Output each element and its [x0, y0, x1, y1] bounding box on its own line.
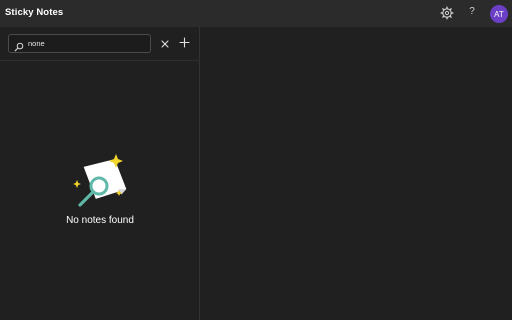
search-input[interactable] — [28, 36, 150, 51]
notes-list-pane: No notes found — [0, 27, 200, 320]
help-button[interactable]: ? — [467, 5, 477, 19]
close-icon[interactable] — [159, 37, 171, 49]
avatar[interactable]: AT — [490, 5, 508, 23]
note-detail-pane — [201, 27, 512, 320]
gear-icon[interactable] — [440, 6, 454, 20]
search-icon — [14, 39, 24, 51]
empty-state-message: No notes found — [66, 215, 134, 226]
search-box[interactable] — [8, 34, 151, 53]
title-bar: Sticky Notes ? AT — [0, 0, 512, 27]
search-row — [0, 27, 200, 61]
magnifier-note-illustration — [67, 152, 133, 212]
avatar-initials: AT — [494, 9, 504, 19]
app-title: Sticky Notes — [5, 7, 64, 18]
plus-icon[interactable] — [178, 36, 191, 49]
